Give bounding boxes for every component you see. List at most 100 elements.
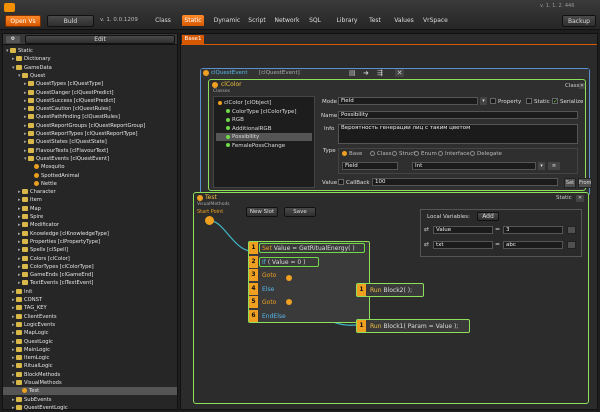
tree-item[interactable]: ▸ MapLogic: [3, 329, 177, 337]
tree-item[interactable]: Nettle: [3, 180, 177, 188]
code-line[interactable]: 3 Goto: [249, 269, 369, 281]
tab-vrspace[interactable]: VrSpace: [423, 15, 448, 26]
tab-test[interactable]: Test: [366, 15, 384, 26]
tree-item[interactable]: ▸ Colors [clColor]: [3, 255, 177, 263]
mode-select[interactable]: Field: [338, 97, 478, 105]
code-line[interactable]: 6 EndElse: [249, 309, 369, 322]
tree-item[interactable]: ▸ QuestPathfinding [clQuestRules]: [3, 113, 177, 121]
tab-script[interactable]: Script: [245, 15, 269, 26]
tree-item[interactable]: ▸ QuestTypes [clQuestType]: [3, 80, 177, 88]
backup-button[interactable]: Backup: [562, 15, 596, 27]
goto-port[interactable]: [286, 275, 292, 281]
type-radio-enum[interactable]: Enum: [414, 151, 437, 157]
tree-item[interactable]: ▸ Character: [3, 188, 177, 196]
tree-item[interactable]: ▸ Spire: [3, 213, 177, 221]
property-checkbox[interactable]: [490, 98, 496, 104]
info-input[interactable]: Вероятность генерации лиц с таким цветом: [338, 124, 578, 144]
open-vs-button[interactable]: Open Vs: [5, 15, 41, 27]
list-icon[interactable]: ≡: [548, 162, 560, 170]
export-icon[interactable]: ⇶: [377, 69, 385, 77]
tree-item[interactable]: ▸ ColorTypes [clColorType]: [3, 263, 177, 271]
tree-item[interactable]: ▸ GameEnds [clGameEnd]: [3, 271, 177, 279]
goto-port[interactable]: [286, 299, 292, 305]
code-line[interactable]: 4 Else: [249, 282, 369, 295]
close-icon[interactable]: ✕: [395, 69, 404, 77]
value-input[interactable]: 100: [372, 178, 558, 186]
tree-item[interactable]: ▸ FlavourTexts [clFlavourText]: [3, 147, 177, 155]
tree-item[interactable]: ▸ Modificator: [3, 221, 177, 229]
type-kind-select[interactable]: Field: [342, 162, 398, 170]
tree-item[interactable]: ▾ GameData: [3, 64, 177, 72]
tree-item[interactable]: ▸ ClientEvents: [3, 313, 177, 321]
type-radio-delegate[interactable]: Delegate: [470, 151, 502, 157]
settings-icon[interactable]: ⚙: [6, 36, 20, 43]
tab-library[interactable]: Library: [334, 15, 360, 26]
tree-item[interactable]: ▸ SubEvents: [3, 396, 177, 404]
type-radio-struct[interactable]: Struct: [392, 151, 416, 157]
tree-item[interactable]: ▸ TAG_KEY: [3, 304, 177, 312]
close-icon[interactable]: ✕: [579, 83, 585, 89]
member-item[interactable]: Possibility: [216, 133, 312, 141]
type-value-select[interactable]: Int: [412, 162, 536, 170]
set-button[interactable]: Set: [564, 178, 576, 188]
code-line[interactable]: 1 Set Value = GetRitualEnergy( ): [249, 242, 369, 254]
tab-network[interactable]: Network: [274, 15, 300, 26]
tree-item[interactable]: ▸ QuestReportGroups [clQuestReportGroup]: [3, 122, 177, 130]
type-radio-base[interactable]: Base: [342, 151, 362, 157]
tab-class[interactable]: Class: [152, 15, 174, 26]
tree-item[interactable]: ▸ TextEvents [clTextEvent]: [3, 279, 177, 287]
serialize-checkbox[interactable]: ✓: [552, 98, 558, 105]
chevron-down-icon[interactable]: ▾: [538, 162, 545, 170]
block2-call[interactable]: Block2( );: [383, 287, 412, 294]
tree-item[interactable]: ▸ QuestDanger [clQuestPredict]: [3, 89, 177, 97]
tree-item[interactable]: ▸ Knowledge [clKnowledgeType]: [3, 230, 177, 238]
arrow-right-icon[interactable]: ➜: [363, 69, 371, 77]
tree-item[interactable]: ▸ QuestLogic: [3, 338, 177, 346]
tree-item[interactable]: ▸ Dictionary: [3, 55, 177, 63]
tree-item[interactable]: ▸ BlockMethods: [3, 371, 177, 379]
tree-item[interactable]: ▾ Static: [3, 47, 177, 55]
tree-item[interactable]: ▾ QuestEvents [clQuestEvent]: [3, 155, 177, 163]
member-item[interactable]: RGB: [216, 116, 312, 124]
build-button[interactable]: Buld: [47, 15, 94, 27]
tree-item[interactable]: Test: [3, 387, 177, 396]
member-item[interactable]: clColor [clObject]: [216, 99, 312, 107]
tree-item[interactable]: ▸ QuestSuccess [clQuestPredict]: [3, 97, 177, 105]
tree-item[interactable]: ▸ Map: [3, 205, 177, 213]
static-checkbox[interactable]: [526, 98, 532, 104]
tree-item[interactable]: ▸ ItemLogic: [3, 354, 177, 362]
edit-button[interactable]: Edit: [25, 35, 175, 44]
callback-checkbox[interactable]: [338, 179, 344, 185]
tree-item[interactable]: ▸ Init: [3, 288, 177, 296]
tree-item[interactable]: ▸ Spells [clSpell]: [3, 246, 177, 254]
tree-item[interactable]: Mosquito: [3, 163, 177, 171]
save-icon[interactable]: ▤: [349, 69, 357, 77]
tree-item[interactable]: ▸ MainLogic: [3, 346, 177, 354]
tab-static[interactable]: Static: [182, 15, 204, 26]
tree-item[interactable]: SpottedAnimal: [3, 172, 177, 180]
code-line[interactable]: 5 Goto: [249, 296, 369, 308]
member-item[interactable]: FemalePossChange: [216, 142, 312, 150]
tab-values[interactable]: Values: [393, 15, 415, 26]
tab-base1[interactable]: Base1: [182, 35, 204, 44]
start-point-node[interactable]: [205, 216, 214, 225]
tree-item[interactable]: ▸ Properties [clPropertyType]: [3, 238, 177, 246]
tree-item[interactable]: ▸ QuestStates [clQuestState]: [3, 138, 177, 146]
tree-item[interactable]: ▸ LogicEvents: [3, 321, 177, 329]
tree-item[interactable]: ▸ Item: [3, 196, 177, 204]
tree-item[interactable]: ▾ Quest: [3, 72, 177, 80]
from-button[interactable]: From: [578, 178, 592, 188]
tab-dynamic[interactable]: Dynamic: [213, 15, 241, 26]
member-item[interactable]: AdditionalRGB: [216, 125, 312, 133]
tree-item[interactable]: ▸ QuestReportTypes [clQuestReportType]: [3, 130, 177, 138]
type-radio-class[interactable]: Class: [370, 151, 391, 157]
code-line[interactable]: 2 If ( Value = 0 ): [249, 255, 369, 268]
type-radio-interface[interactable]: Interface: [438, 151, 470, 157]
tree-item[interactable]: ▸ CONST: [3, 296, 177, 304]
tab-sql[interactable]: SQL: [306, 15, 324, 26]
name-input[interactable]: Possibility: [338, 111, 578, 119]
tree-item[interactable]: ▾ VisualMethods: [3, 379, 177, 387]
tree-item[interactable]: ▸ QuestCaution [clQuestRules]: [3, 105, 177, 113]
member-item[interactable]: ColorType [clColorType]: [216, 108, 312, 116]
tree-item[interactable]: ▸ RitualLogic: [3, 362, 177, 370]
